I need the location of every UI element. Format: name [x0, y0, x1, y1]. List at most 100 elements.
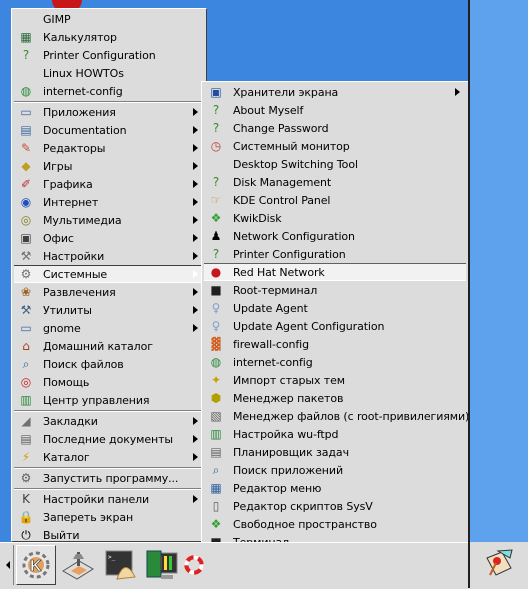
- konsole-button[interactable]: >_: [100, 545, 140, 585]
- menu-item-label: Домашний каталог: [43, 339, 153, 353]
- update-agent-icon: ♀: [211, 301, 221, 315]
- settings-icon: ⚒: [20, 249, 32, 263]
- menu-item[interactable]: ✦ Импорт старых тем: [204, 371, 466, 389]
- menu-item[interactable]: ◍ internet-config: [14, 82, 204, 100]
- menu-item[interactable]: ◢ Закладки: [14, 412, 204, 430]
- menu-item[interactable]: ▯ Редактор скриптов SysV: [204, 497, 466, 515]
- menu-item-label: Приложения: [43, 105, 116, 119]
- menu-item[interactable]: ▥ Настройка wu-ftpd: [204, 425, 466, 443]
- calculator-icon: ▦: [20, 30, 32, 44]
- menu-item[interactable]: ▣ Хранители экрана: [204, 83, 466, 101]
- menu-item[interactable]: ❖ KwikDisk: [204, 209, 466, 227]
- menu-item[interactable]: ✎ Редакторы: [14, 139, 204, 157]
- shell-terminal-icon: >_: [105, 550, 136, 580]
- menu-item[interactable]: ♀ Update Agent Configuration: [204, 317, 466, 335]
- menu-item[interactable]: GIMP: [14, 10, 204, 28]
- menu-item-label: Выйти: [43, 528, 80, 542]
- menu-item-label: internet-config: [233, 355, 313, 369]
- menu-item[interactable]: ▧ Менеджер файлов (с root-привилегиями): [204, 407, 469, 425]
- change-password-icon: ?: [212, 121, 220, 135]
- menu-item[interactable]: ⌂ Домашний каталог: [14, 337, 204, 355]
- menu-item[interactable]: K Настройки панели: [14, 490, 204, 508]
- menu-item[interactable]: ⌕ Поиск приложений: [204, 461, 466, 479]
- run-command-icon: ⚙: [20, 471, 32, 485]
- menu-item[interactable]: ● Red Hat Network: [204, 263, 466, 281]
- menu-item-label: Интернет: [43, 195, 99, 209]
- menu-item-label: Последние документы: [43, 432, 173, 446]
- menu-item[interactable]: ⌕ Поиск файлов: [14, 355, 204, 373]
- menu-item-label: firewall-config: [233, 337, 309, 351]
- wu-ftpd-icon: ▥: [210, 427, 222, 441]
- menu-item[interactable]: ◍ internet-config: [204, 353, 466, 371]
- menu-item[interactable]: ❀ Развлечения: [14, 283, 204, 301]
- menu-item-label: Каталог: [43, 450, 90, 464]
- menu-item-label: Printer Configuration: [233, 247, 346, 261]
- menu-item-label: Запереть экран: [43, 510, 134, 524]
- games-icon: ◆: [21, 159, 31, 173]
- menu-item[interactable]: ▤ Последние документы: [14, 430, 204, 448]
- menu-item[interactable]: ✐ Графика: [14, 175, 204, 193]
- menu-item[interactable]: ◎ Помощь: [14, 373, 204, 391]
- menu-item-label: Documentation: [43, 123, 127, 137]
- kde-gear-icon: K: [22, 551, 50, 579]
- internet-config-icon: ◍: [20, 84, 32, 98]
- menu-item[interactable]: ❖ Свободное пространство: [204, 515, 466, 533]
- submenu-arrow-icon: [193, 144, 198, 152]
- home-icon: ⌂: [22, 339, 30, 353]
- menu-item[interactable]: ▣ Офис: [14, 229, 204, 247]
- catalog-icon: ⚡: [21, 450, 31, 464]
- disk-management-icon: ?: [212, 175, 220, 189]
- menu-item-label: Редактор меню: [233, 481, 322, 495]
- kde-menu-button[interactable]: K: [16, 545, 56, 585]
- menu-item[interactable]: ▭ gnome: [14, 319, 204, 337]
- menu-item-label: Редакторы: [43, 141, 106, 155]
- system-icon: ⚙: [20, 267, 32, 281]
- menu-item[interactable]: ⚒ Настройки: [14, 247, 204, 265]
- menu-item-label: KwikDisk: [233, 211, 282, 225]
- menu-item-label: Помощь: [43, 375, 90, 389]
- menu-item-label: Настройка wu-ftpd: [233, 427, 339, 441]
- menu-item[interactable]: ♀ Update Agent: [204, 299, 466, 317]
- menu-item[interactable]: ☞ KDE Control Panel: [204, 191, 466, 209]
- menu-item[interactable]: ? Disk Management: [204, 173, 466, 191]
- menu-item[interactable]: ? Change Password: [204, 119, 466, 137]
- menu-item[interactable]: ? Printer Configuration: [14, 46, 204, 64]
- desktop-background: [470, 0, 528, 542]
- menu-item[interactable]: Linux HOWTOs: [14, 64, 204, 82]
- menu-item[interactable]: ◎ Мультимедиа: [14, 211, 204, 229]
- menu-item[interactable]: ▤ Documentation: [14, 121, 204, 139]
- menu-item[interactable]: 🔒 Запереть экран: [14, 508, 204, 526]
- menu-item[interactable]: ▓ firewall-config: [204, 335, 466, 353]
- taskbar-collapse-handle[interactable]: [3, 545, 14, 585]
- menu-item[interactable]: ▥ Центр управления: [14, 391, 204, 409]
- menu-item[interactable]: ⚙ Системные: [14, 265, 204, 283]
- svg-text:>_: >_: [108, 554, 116, 561]
- menu-item[interactable]: ◷ Системный монитор: [204, 137, 466, 155]
- menu-item[interactable]: ▦ Калькулятор: [14, 28, 204, 46]
- menu-item[interactable]: ◉ Интернет: [14, 193, 204, 211]
- free-space-icon: ❖: [210, 517, 222, 531]
- menu-item[interactable]: ? Printer Configuration: [204, 245, 466, 263]
- kate-editor-button[interactable]: [482, 546, 516, 580]
- menu-item[interactable]: ♟ Network Configuration: [204, 227, 466, 245]
- menu-item-label: Поиск приложений: [233, 463, 343, 477]
- menu-item[interactable]: ▭ Приложения: [14, 103, 204, 121]
- menu-item-label: About Myself: [233, 103, 304, 117]
- menu-item[interactable]: ⬢ Менеджер пакетов: [204, 389, 466, 407]
- menu-item[interactable]: ▤ Планировщик задач: [204, 443, 466, 461]
- help-button[interactable]: [184, 545, 204, 585]
- menu-item-label: Хранители экрана: [233, 85, 339, 99]
- menu-item[interactable]: ⚒ Утилиты: [14, 301, 204, 319]
- menu-item[interactable]: ⚙ Запустить программу...: [14, 469, 204, 487]
- menu-item[interactable]: ◆ Игры: [14, 157, 204, 175]
- recent-documents-icon: ▤: [20, 432, 32, 446]
- menu-item[interactable]: ? About Myself: [204, 101, 466, 119]
- menu-item[interactable]: ■ Root-терминал: [204, 281, 466, 299]
- system-monitor-button[interactable]: [142, 545, 182, 585]
- firewall-icon: ▓: [211, 337, 221, 351]
- menu-item[interactable]: Desktop Switching Tool: [204, 155, 466, 173]
- menu-item[interactable]: ⚡ Каталог: [14, 448, 204, 466]
- submenu-arrow-icon: [193, 198, 198, 206]
- control-center-button[interactable]: [58, 545, 98, 585]
- menu-item[interactable]: ▦ Редактор меню: [204, 479, 466, 497]
